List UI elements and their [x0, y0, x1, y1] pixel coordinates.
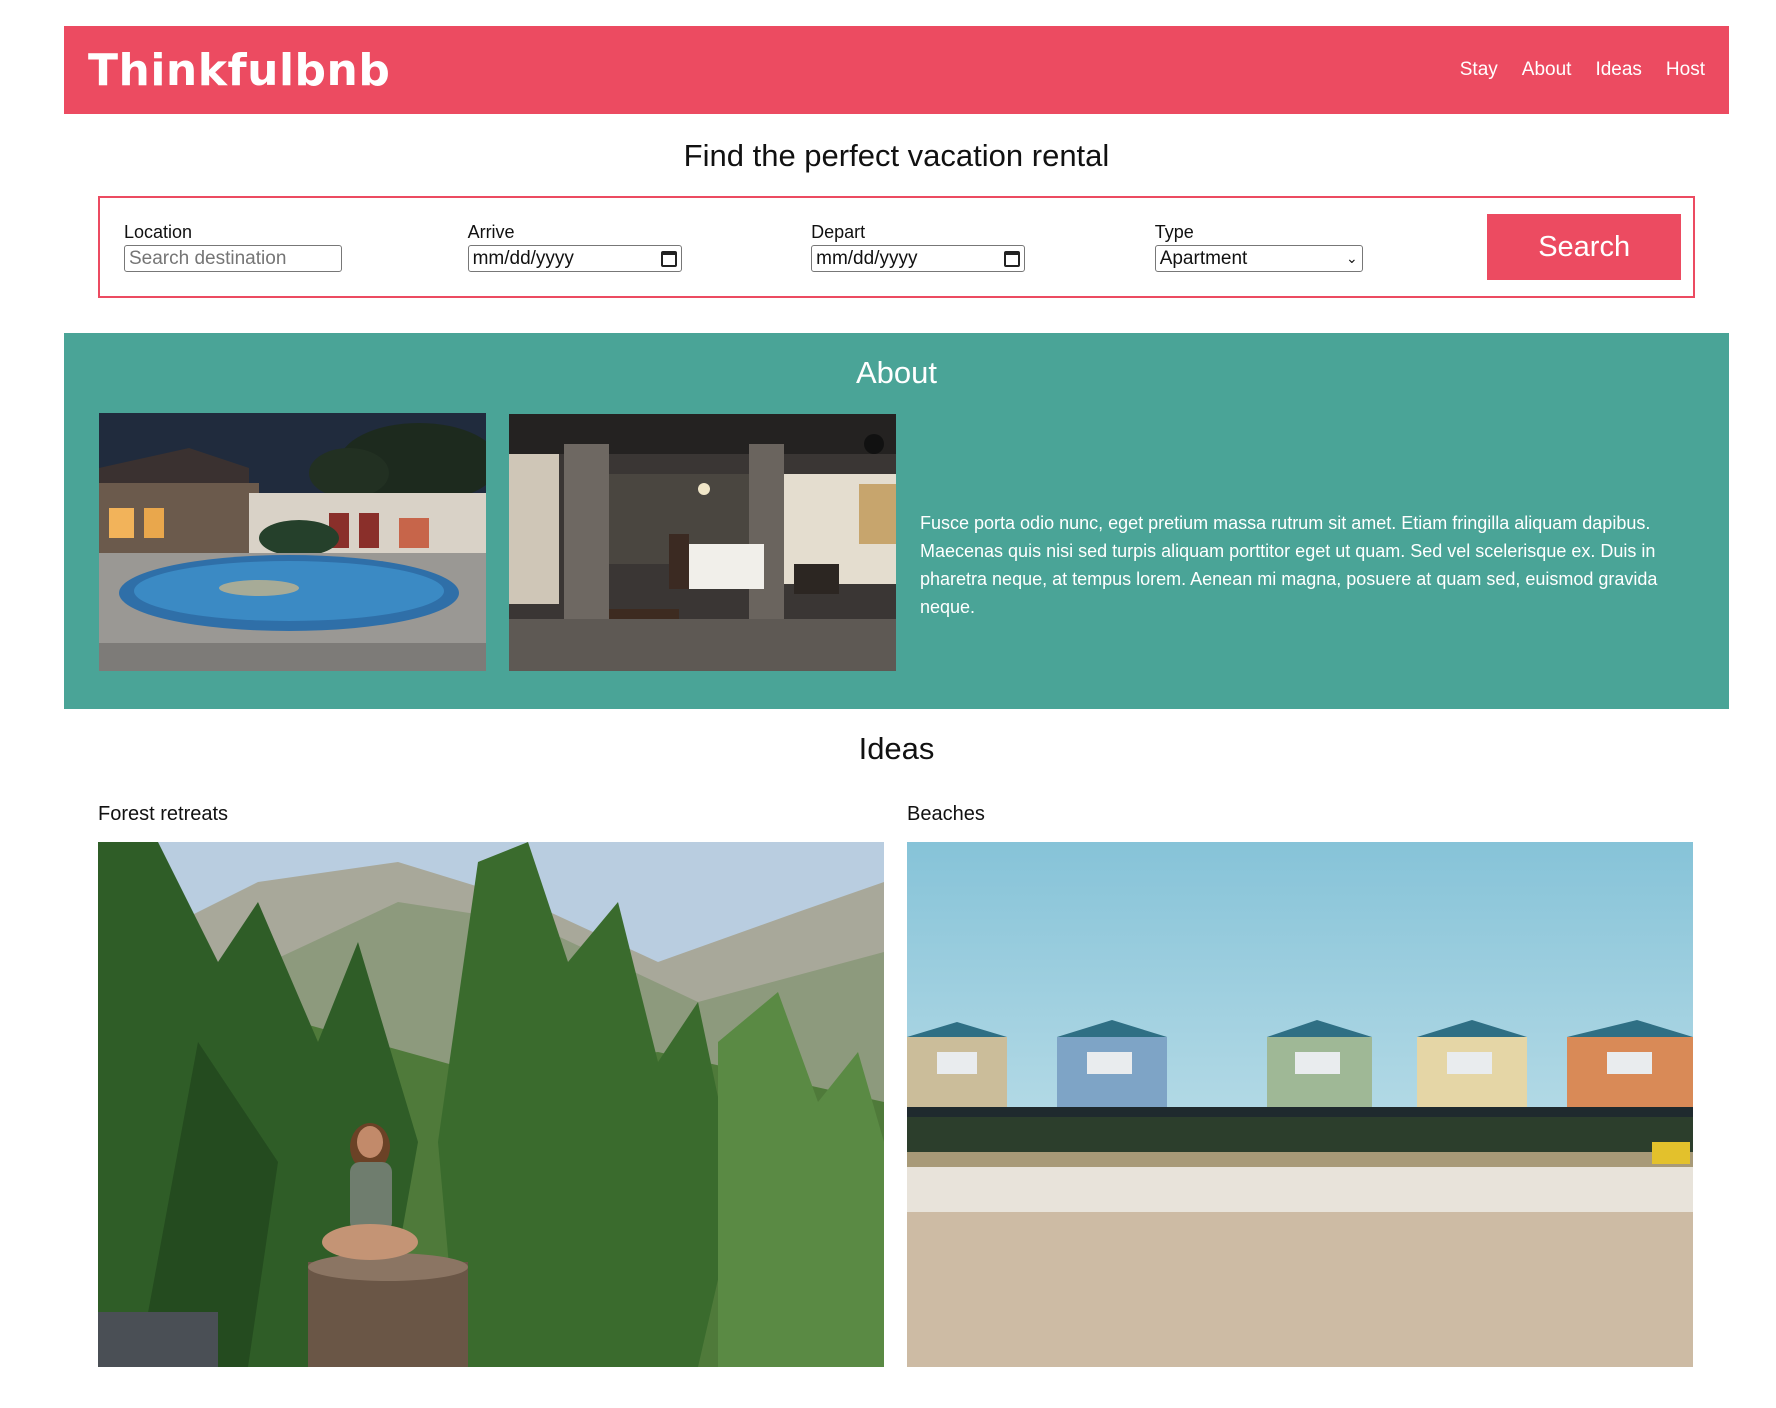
type-select[interactable]: Apartment ⌄ [1154, 245, 1363, 272]
depart-value: mm/dd/yyyy [816, 247, 918, 269]
beaches-image[interactable] [907, 842, 1693, 1367]
nav-link-about[interactable]: About [1522, 59, 1572, 81]
site-header: Thinkfulbnb Stay About Ideas Host [64, 26, 1729, 114]
arrive-field: Arrive mm/dd/yyyy [467, 222, 812, 272]
chevron-down-icon: ⌄ [1345, 250, 1358, 266]
location-label: Location [124, 222, 193, 242]
type-field: Type Apartment ⌄ [1154, 222, 1488, 272]
type-label: Type [1154, 222, 1194, 242]
loft-bedroom-image [509, 414, 896, 671]
calendar-icon[interactable] [660, 250, 677, 267]
idea-label-beaches: Beaches [907, 803, 985, 825]
calendar-icon[interactable] [1004, 250, 1021, 267]
location-field: Location Search destination [124, 222, 468, 272]
search-form: Location Search destination Arrive mm/dd… [98, 196, 1695, 298]
depart-date-input[interactable]: mm/dd/yyyy [811, 245, 1026, 272]
arrive-date-input[interactable]: mm/dd/yyyy [467, 245, 682, 272]
main-nav: Stay About Ideas Host [1460, 59, 1705, 81]
nav-link-stay[interactable]: Stay [1460, 59, 1498, 81]
idea-card[interactable]: Beaches [907, 803, 1693, 1367]
nav-link-host[interactable]: Host [1666, 59, 1705, 81]
type-value: Apartment [1159, 247, 1248, 269]
about-text: Fusce porta odio nunc, eget pretium mass… [920, 513, 1658, 617]
depart-field: Depart mm/dd/yyyy [811, 222, 1155, 272]
ideas-title: Ideas [858, 731, 935, 766]
location-placeholder: Search destination [129, 247, 287, 269]
nav-link-ideas[interactable]: Ideas [1595, 59, 1641, 81]
idea-label-forest: Forest retreats [98, 803, 229, 825]
page: Thinkfulbnb Stay About Ideas Host Find t… [64, 26, 1729, 1367]
search-button[interactable]: Search [1487, 214, 1682, 280]
idea-card[interactable]: Forest retreats [98, 803, 884, 1367]
villa-pool-image [99, 413, 486, 671]
forest-retreat-image[interactable] [98, 842, 884, 1367]
logo[interactable]: Thinkfulbnb [88, 45, 390, 96]
ideas-grid: Forest retreats Beaches [98, 803, 1695, 1367]
about-title: About [855, 355, 937, 390]
arrive-value: mm/dd/yyyy [472, 247, 574, 269]
find-title: Find the perfect vacation rental [683, 138, 1110, 173]
about-section: About Fusce porta odio nunc, eget pretiu… [64, 333, 1729, 709]
depart-label: Depart [811, 222, 866, 242]
arrive-label: Arrive [467, 222, 515, 242]
location-input[interactable]: Search destination [124, 245, 342, 272]
